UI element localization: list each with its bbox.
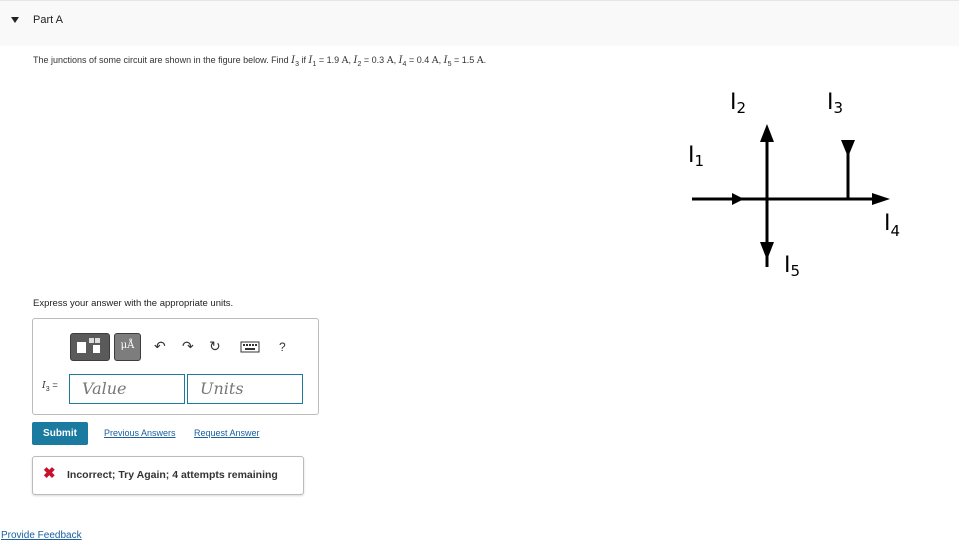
provide-feedback-link[interactable]: Provide Feedback	[1, 530, 82, 541]
arrow-i5	[760, 242, 774, 260]
arrow-i2	[760, 124, 774, 142]
label-i5: I5	[784, 253, 800, 280]
answer-box: μÅ ↶ ↷ ↻ ? I3 = Value Units	[32, 318, 319, 415]
previous-answers-link[interactable]: Previous Answers	[104, 428, 176, 438]
collapse-arrow-icon[interactable]	[11, 17, 19, 23]
feedback-message: ✖ Incorrect; Try Again; 4 attempts remai…	[32, 456, 304, 495]
units-button[interactable]: μÅ	[114, 333, 141, 361]
arrow-i1	[732, 193, 744, 205]
answer-variable-label: I3 =	[42, 380, 58, 393]
arrow-i3	[841, 140, 855, 157]
undo-icon[interactable]: ↶	[154, 339, 166, 353]
label-i1: I1	[688, 143, 704, 170]
help-button[interactable]: ?	[279, 340, 286, 354]
units-input[interactable]: Units	[187, 374, 303, 404]
feedback-text: Incorrect; Try Again; 4 attempts remaini…	[67, 469, 278, 481]
instruction-text: Express your answer with the appropriate…	[33, 298, 234, 309]
keyboard-icon[interactable]	[240, 341, 260, 353]
label-i3: I3	[827, 90, 843, 117]
label-i4: I4	[884, 211, 900, 240]
part-title: Part A	[33, 14, 63, 26]
request-answer-link[interactable]: Request Answer	[194, 428, 260, 438]
x-icon: ✖	[43, 465, 56, 482]
arrow-i4	[872, 193, 890, 205]
redo-icon[interactable]: ↷	[182, 339, 194, 353]
templates-icon	[77, 338, 100, 353]
math-toolbar: μÅ ↶ ↷ ↻ ?	[70, 333, 310, 361]
submit-button[interactable]: Submit	[32, 422, 88, 445]
value-input[interactable]: Value	[69, 374, 185, 404]
reset-icon[interactable]: ↻	[209, 339, 221, 353]
label-i2: I2	[730, 90, 746, 117]
question-text: The junctions of some circuit are shown …	[33, 55, 487, 68]
circuit-junction-figure: I1 I2 I3 I4 I5	[688, 90, 900, 280]
part-header[interactable]: Part A	[0, 0, 959, 46]
templates-button[interactable]	[70, 333, 110, 361]
